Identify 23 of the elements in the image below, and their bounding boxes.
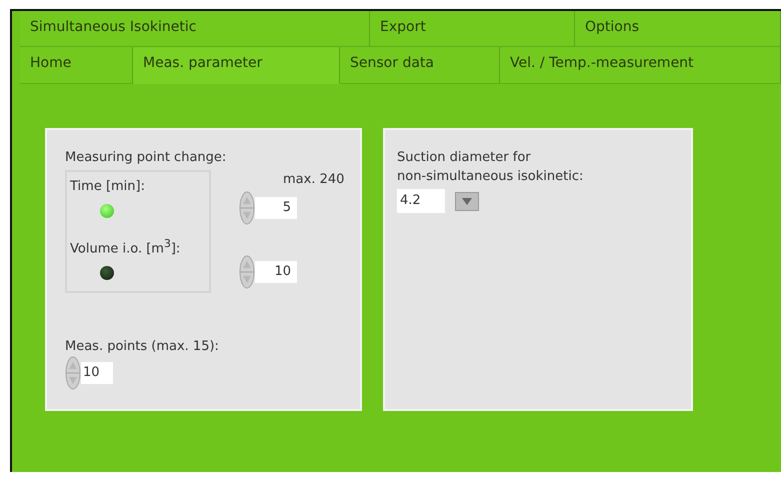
spinner-arrows-icon[interactable] (239, 191, 255, 225)
dropdown-button[interactable] (455, 192, 479, 210)
tab[interactable]: Vel. / Temp.-measurement (500, 47, 781, 84)
points-label: Meas. points (max. 15): (65, 338, 220, 356)
suction-label: non-simultaneous isokinetic: (397, 168, 584, 186)
tab[interactable]: Export (370, 11, 575, 47)
mode-label: Volume i.o. [m$^{3}$]: (70, 236, 182, 258)
caret-icon (462, 198, 472, 204)
spinner-arrows-icon[interactable] (239, 255, 255, 289)
tab[interactable]: Sensor data (340, 47, 500, 84)
number-field[interactable]: 10 (255, 261, 297, 283)
max-label: max. 240 (283, 171, 344, 189)
tab[interactable]: Meas. parameter (133, 47, 340, 84)
mode-label: Time [min]: (70, 178, 146, 196)
suction-label: Suction diameter for (397, 149, 532, 167)
spinner-arrows-icon[interactable] (65, 356, 81, 390)
tab[interactable]: Options (575, 11, 781, 47)
panel-title: Measuring point change: (65, 149, 228, 167)
number-field[interactable]: 10 (81, 362, 113, 384)
number-field[interactable]: 5 (255, 197, 297, 219)
diameter-field[interactable]: 4.2 (397, 189, 445, 213)
tab[interactable]: Home (20, 47, 133, 84)
tab[interactable]: Simultaneous Isokinetic (20, 11, 370, 47)
